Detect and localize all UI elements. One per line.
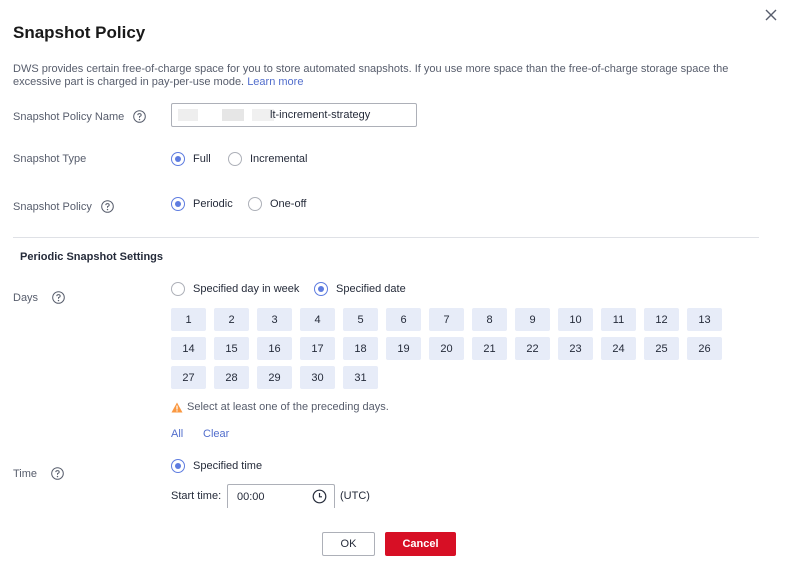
- clock-icon[interactable]: [312, 489, 327, 504]
- question-circle-icon[interactable]: [101, 200, 114, 213]
- learn-more-link[interactable]: Learn more: [247, 76, 303, 88]
- cancel-button[interactable]: Cancel: [385, 532, 456, 556]
- start-time-label: Start time:: [171, 490, 222, 502]
- radio-type-incremental[interactable]: Incremental: [228, 152, 307, 166]
- start-time-input[interactable]: 00:00: [227, 484, 335, 508]
- date-chip[interactable]: 16: [257, 337, 292, 360]
- radio-specified-time-label: Specified time: [193, 460, 263, 472]
- date-chip[interactable]: 10: [558, 308, 593, 331]
- close-icon[interactable]: [764, 8, 778, 22]
- days-label: Days: [13, 291, 39, 304]
- policy-name-value: lt-increment-strategy: [270, 109, 371, 121]
- date-chip[interactable]: 13: [687, 308, 722, 331]
- radio-circle-checked: [171, 152, 185, 166]
- date-chip[interactable]: 20: [429, 337, 464, 360]
- dialog-title: Snapshot Policy: [13, 23, 146, 42]
- date-chip[interactable]: 29: [257, 366, 292, 389]
- radio-type-incremental-label: Incremental: [250, 153, 308, 165]
- radio-circle-checked: [171, 197, 185, 211]
- dialog-description: DWS provides certain free-of-charge spac…: [13, 63, 733, 89]
- date-chip[interactable]: 21: [472, 337, 507, 360]
- snapshot-policy-label-row: Snapshot Policy: [13, 200, 114, 213]
- time-label-row: Time: [13, 467, 64, 480]
- periodic-settings-heading: Periodic Snapshot Settings: [20, 251, 164, 263]
- question-circle-icon[interactable]: [133, 110, 147, 123]
- days-label-row: Days: [13, 291, 65, 304]
- snapshot-policy-label: Snapshot Policy: [13, 200, 92, 213]
- date-chip[interactable]: 2: [214, 308, 249, 331]
- radio-circle: [228, 152, 242, 166]
- date-chip[interactable]: 27: [171, 366, 206, 389]
- date-chip[interactable]: 30: [300, 366, 335, 389]
- date-chip[interactable]: 26: [687, 337, 722, 360]
- radio-circle: [171, 282, 185, 296]
- radio-specified-date[interactable]: Specified date: [314, 282, 406, 296]
- date-chip[interactable]: 4: [300, 308, 335, 331]
- date-chip[interactable]: 8: [472, 308, 507, 331]
- date-chip[interactable]: 19: [386, 337, 421, 360]
- radio-policy-periodic-label: Periodic: [193, 198, 233, 210]
- date-chip[interactable]: 6: [386, 308, 421, 331]
- date-chip[interactable]: 1: [171, 308, 206, 331]
- radio-circle: [248, 197, 262, 211]
- radio-specified-time[interactable]: Specified time: [171, 459, 262, 473]
- masked-text: [178, 109, 198, 121]
- date-chip[interactable]: 11: [601, 308, 636, 331]
- start-time-value: 00:00: [237, 491, 265, 503]
- date-chip[interactable]: 28: [214, 366, 249, 389]
- time-label: Time: [13, 467, 38, 480]
- date-grid: 1 2 3 4 5 6 7 8 9 10 11 12 13 14 15 16 17 18 19 20 21 22 23 24 2…: [171, 308, 731, 390]
- radio-day-in-week-label: Specified day in week: [193, 283, 300, 295]
- date-chip[interactable]: 15: [214, 337, 249, 360]
- ok-button[interactable]: OK: [322, 532, 375, 556]
- days-warning-text: Select at least one of the preceding day…: [187, 401, 389, 413]
- date-chip[interactable]: 31: [343, 366, 378, 389]
- question-circle-icon[interactable]: [52, 291, 65, 304]
- date-chip[interactable]: 12: [644, 308, 679, 331]
- warning-triangle-icon: [171, 402, 183, 412]
- policy-name-input[interactable]: lt-increment-strategy: [171, 103, 417, 127]
- timezone-label: (UTC): [340, 490, 370, 502]
- masked-text: [222, 109, 244, 121]
- radio-day-in-week[interactable]: Specified day in week: [171, 282, 299, 296]
- date-chip[interactable]: 25: [644, 337, 679, 360]
- date-chip[interactable]: 18: [343, 337, 378, 360]
- select-all-link[interactable]: All: [171, 428, 183, 440]
- date-chip[interactable]: 7: [429, 308, 464, 331]
- snapshot-type-label: Snapshot Type: [13, 153, 87, 165]
- radio-specified-date-label: Specified date: [336, 283, 406, 295]
- days-warning: Select at least one of the preceding day…: [171, 401, 389, 413]
- policy-name-label: Snapshot Policy Name: [13, 110, 125, 123]
- date-chip[interactable]: 17: [300, 337, 335, 360]
- radio-type-full[interactable]: Full: [171, 152, 211, 166]
- date-chip[interactable]: 9: [515, 308, 550, 331]
- radio-policy-one-off-label: One-off: [270, 198, 307, 210]
- radio-circle-checked: [171, 459, 185, 473]
- date-chip[interactable]: 5: [343, 308, 378, 331]
- radio-policy-one-off[interactable]: One-off: [248, 197, 307, 211]
- radio-type-full-label: Full: [193, 153, 211, 165]
- date-chip[interactable]: 24: [601, 337, 636, 360]
- radio-policy-periodic[interactable]: Periodic: [171, 197, 233, 211]
- section-divider: [13, 237, 759, 238]
- clear-link[interactable]: Clear: [203, 428, 229, 440]
- question-circle-icon[interactable]: [51, 467, 64, 480]
- description-text: DWS provides certain free-of-charge spac…: [13, 63, 729, 88]
- date-chip[interactable]: 23: [558, 337, 593, 360]
- date-chip[interactable]: 22: [515, 337, 550, 360]
- policy-name-label-row: Snapshot Policy Name: [13, 110, 147, 123]
- date-chip[interactable]: 14: [171, 337, 206, 360]
- date-chip[interactable]: 3: [257, 308, 292, 331]
- radio-circle-checked: [314, 282, 328, 296]
